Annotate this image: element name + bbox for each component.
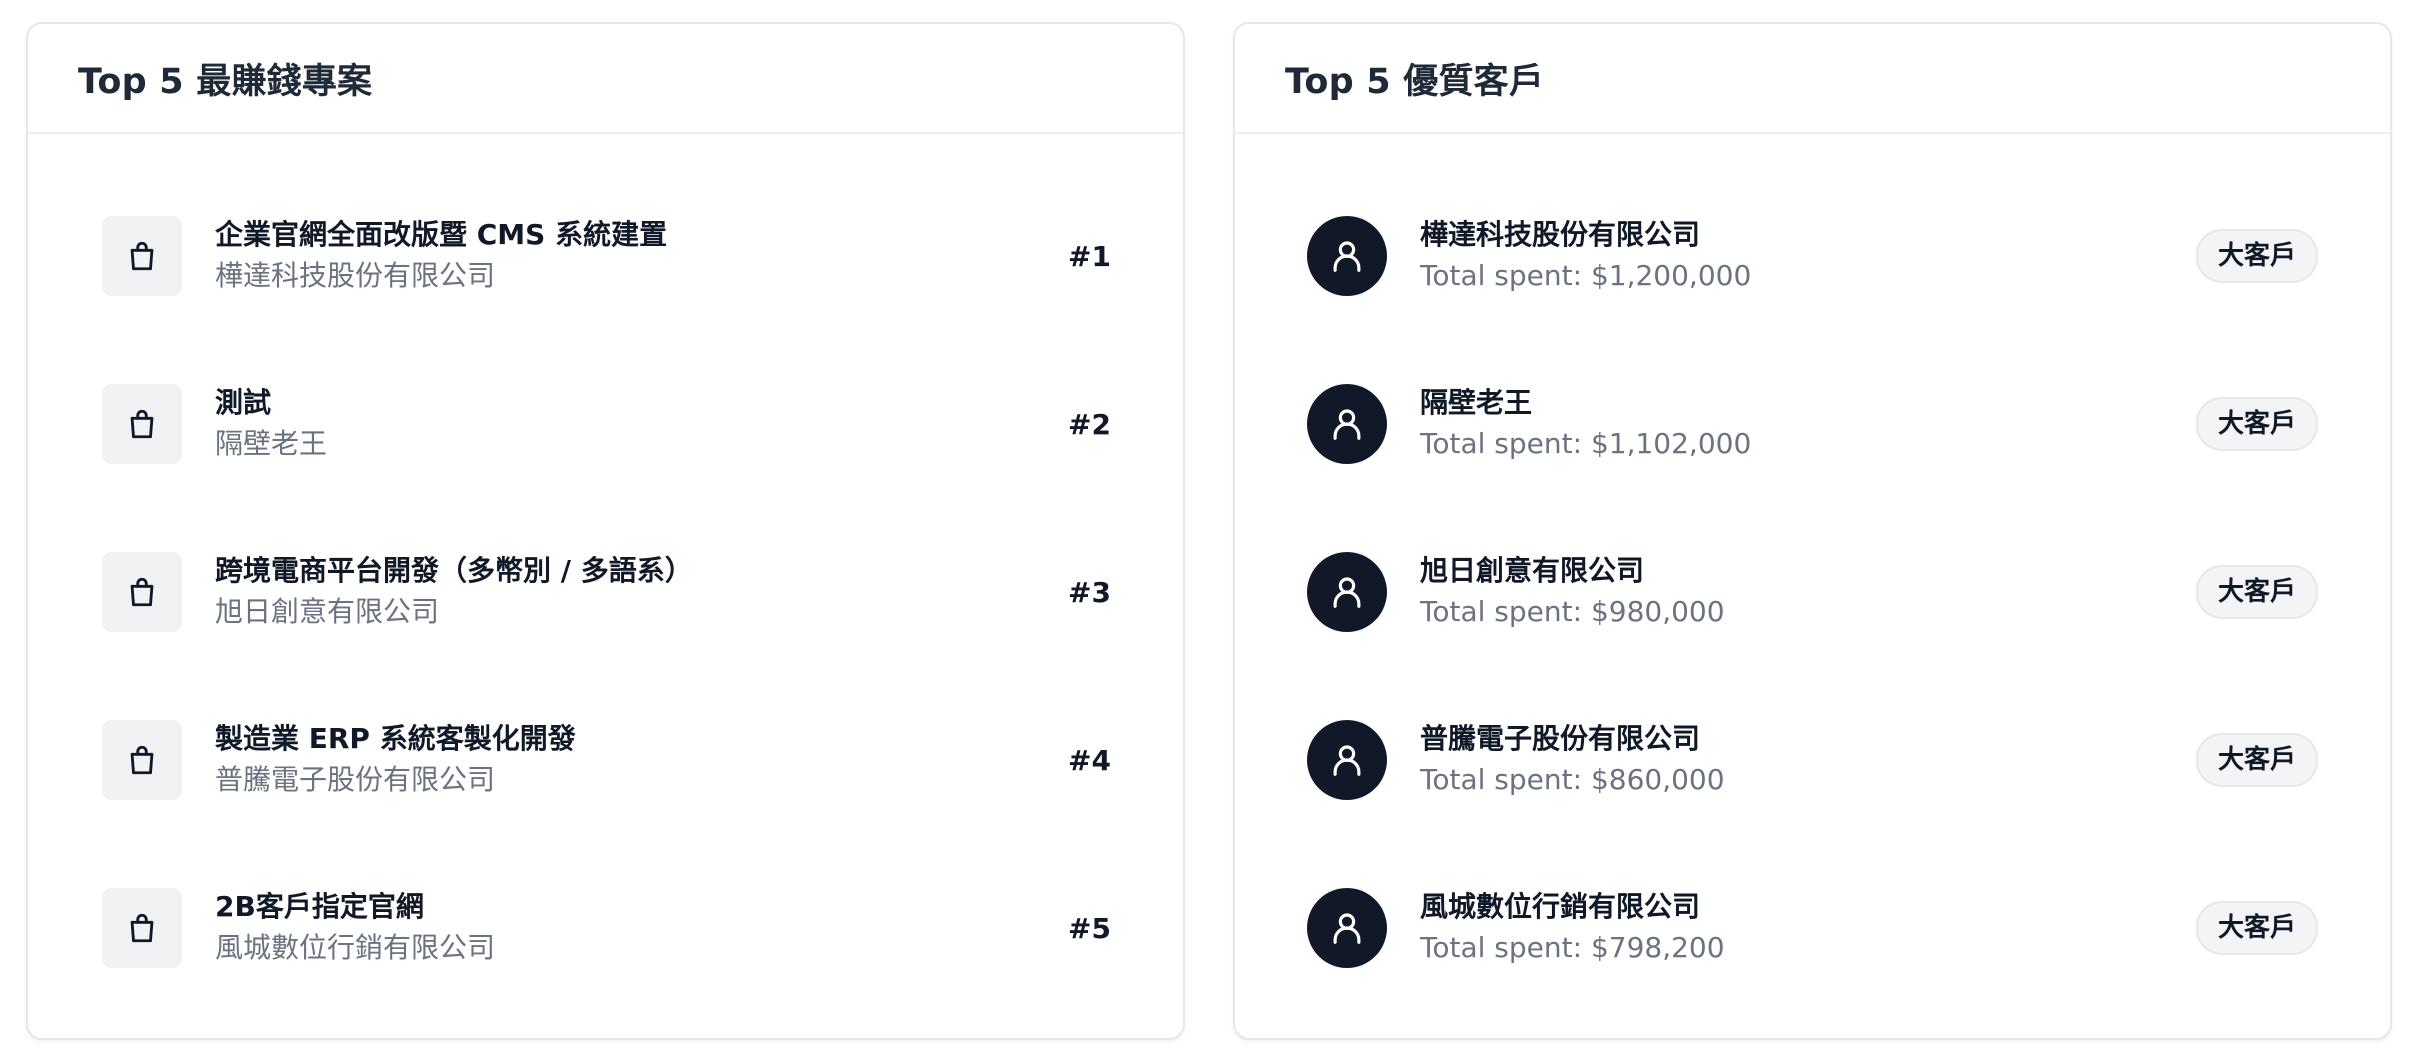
top-projects-card: Top 5 最賺錢專案 企業官網全面改版暨 CMS 系統建置 樺達科技股份有限公…	[26, 22, 1185, 1040]
top-projects-list: 企業官網全面改版暨 CMS 系統建置 樺達科技股份有限公司 #1 測試 隔壁老王…	[28, 134, 1183, 1012]
project-row[interactable]: 跨境電商平台開發（多幣別 / 多語系） 旭日創意有限公司 #3	[28, 508, 1183, 676]
project-client: 風城數位行銷有限公司	[215, 931, 496, 964]
project-client: 普騰電子股份有限公司	[215, 763, 496, 796]
customer-name: 樺達科技股份有限公司	[1420, 218, 1701, 251]
customer-row[interactable]: 風城數位行銷有限公司 Total spent: $798,200 大客戶	[1235, 844, 2390, 1012]
top-customers-card: Top 5 優質客戶 樺達科技股份有限公司 Total spent: $1,20…	[1233, 22, 2392, 1040]
shopping-bag-icon	[102, 888, 182, 968]
customer-tier-badge: 大客戶	[2195, 733, 2318, 787]
user-icon	[1307, 888, 1387, 968]
project-client: 隔壁老王	[215, 427, 328, 460]
customer-row[interactable]: 隔壁老王 Total spent: $1,102,000 大客戶	[1235, 340, 2390, 508]
user-icon	[1307, 384, 1387, 464]
customer-total-spent: Total spent: $798,200	[1420, 931, 1725, 964]
project-name: 跨境電商平台開發（多幣別 / 多語系）	[215, 554, 693, 587]
project-client: 旭日創意有限公司	[215, 595, 440, 628]
project-rank: #2	[1068, 407, 1111, 441]
customer-name: 隔壁老王	[1420, 386, 1533, 419]
project-row[interactable]: 測試 隔壁老王 #2	[28, 340, 1183, 508]
shopping-bag-icon	[102, 216, 182, 296]
customer-tier-badge: 大客戶	[2195, 229, 2318, 283]
shopping-bag-icon	[102, 552, 182, 632]
customer-row[interactable]: 旭日創意有限公司 Total spent: $980,000 大客戶	[1235, 508, 2390, 676]
customer-total-spent: Total spent: $1,200,000	[1420, 259, 1752, 292]
project-row[interactable]: 2B客戶指定官網 風城數位行銷有限公司 #5	[28, 844, 1183, 1012]
customer-total-spent: Total spent: $980,000	[1420, 595, 1725, 628]
user-icon	[1307, 552, 1387, 632]
shopping-bag-icon	[102, 720, 182, 800]
user-icon	[1307, 720, 1387, 800]
project-rank: #1	[1068, 239, 1111, 273]
customer-name: 旭日創意有限公司	[1420, 554, 1645, 587]
project-row[interactable]: 製造業 ERP 系統客製化開發 普騰電子股份有限公司 #4	[28, 676, 1183, 844]
project-name: 測試	[215, 386, 272, 419]
user-icon	[1307, 216, 1387, 296]
customer-name: 風城數位行銷有限公司	[1420, 890, 1701, 923]
customer-total-spent: Total spent: $860,000	[1420, 763, 1725, 796]
dashboard-layout: Top 5 最賺錢專案 企業官網全面改版暨 CMS 系統建置 樺達科技股份有限公…	[26, 22, 2392, 1040]
project-rank: #3	[1068, 575, 1111, 609]
project-name: 製造業 ERP 系統客製化開發	[215, 722, 576, 755]
top-customers-header: Top 5 優質客戶	[1235, 24, 2390, 134]
customer-tier-badge: 大客戶	[2195, 397, 2318, 451]
project-row[interactable]: 企業官網全面改版暨 CMS 系統建置 樺達科技股份有限公司 #1	[28, 172, 1183, 340]
project-rank: #5	[1068, 911, 1111, 945]
top-projects-title: Top 5 最賺錢專案	[78, 61, 373, 102]
top-projects-header: Top 5 最賺錢專案	[28, 24, 1183, 134]
shopping-bag-icon	[102, 384, 182, 464]
customer-total-spent: Total spent: $1,102,000	[1420, 427, 1752, 460]
customer-tier-badge: 大客戶	[2195, 901, 2318, 955]
customer-row[interactable]: 普騰電子股份有限公司 Total spent: $860,000 大客戶	[1235, 676, 2390, 844]
top-customers-list: 樺達科技股份有限公司 Total spent: $1,200,000 大客戶 隔…	[1235, 134, 2390, 1012]
customer-row[interactable]: 樺達科技股份有限公司 Total spent: $1,200,000 大客戶	[1235, 172, 2390, 340]
top-customers-title: Top 5 優質客戶	[1285, 61, 1545, 102]
project-rank: #4	[1068, 743, 1111, 777]
customer-tier-badge: 大客戶	[2195, 565, 2318, 619]
customer-name: 普騰電子股份有限公司	[1420, 722, 1701, 755]
project-name: 2B客戶指定官網	[215, 890, 424, 923]
project-name: 企業官網全面改版暨 CMS 系統建置	[215, 218, 668, 251]
project-client: 樺達科技股份有限公司	[215, 259, 496, 292]
